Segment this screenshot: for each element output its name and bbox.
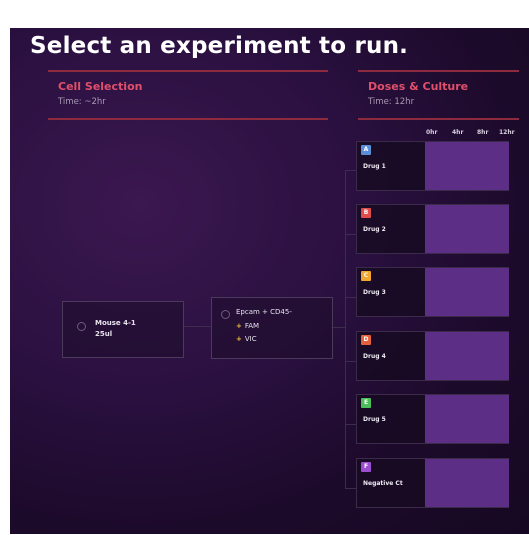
drug-card[interactable]: A Drug 1 bbox=[356, 141, 509, 191]
drug-culture-bar bbox=[425, 459, 509, 507]
doses-culture-title: Doses & Culture bbox=[368, 80, 469, 93]
connector-branch bbox=[345, 297, 356, 298]
doses-culture-time: Time: 12hr bbox=[368, 97, 415, 107]
timeline-tick: 0hr bbox=[426, 129, 438, 136]
marker-label: FAM bbox=[244, 322, 260, 330]
connector-branch bbox=[345, 234, 356, 235]
drug-label: Drug 2 bbox=[363, 226, 386, 233]
plus-icon: + bbox=[236, 335, 242, 343]
cell-selection-time: Time: ~2hr bbox=[58, 97, 106, 107]
cell-selection-top-rule bbox=[48, 70, 328, 72]
connector-branch bbox=[345, 488, 356, 489]
drug-label: Drug 5 bbox=[363, 416, 386, 423]
drug-culture-bar bbox=[425, 205, 509, 253]
marker-item: + VIC bbox=[236, 335, 257, 343]
drug-culture-bar bbox=[425, 268, 509, 316]
drug-card[interactable]: B Drug 2 bbox=[356, 204, 509, 254]
sort-node[interactable]: Epcam + CD45- + FAM + VIC bbox=[211, 297, 333, 359]
plus-icon: + bbox=[236, 322, 242, 330]
source-name: Mouse 4-1 bbox=[95, 319, 136, 327]
source-volume: 25ul bbox=[95, 330, 113, 338]
drug-card[interactable]: E Drug 5 bbox=[356, 394, 509, 444]
drug-label: Drug 1 bbox=[363, 163, 386, 170]
timeline-tick: 12hr bbox=[499, 129, 515, 136]
cell-selection-bottom-rule bbox=[48, 118, 328, 120]
marker-item: + FAM bbox=[236, 322, 259, 330]
drug-badge: D bbox=[361, 335, 371, 345]
drug-label: Drug 3 bbox=[363, 289, 386, 296]
drug-label: Negative Ct bbox=[363, 480, 403, 487]
drug-badge: B bbox=[361, 208, 371, 218]
drug-culture-bar bbox=[425, 395, 509, 443]
connector-vertical-trunk bbox=[345, 170, 346, 488]
drug-card[interactable]: F Negative Ct bbox=[356, 458, 509, 508]
drug-badge: F bbox=[361, 462, 371, 472]
drug-badge: A bbox=[361, 145, 371, 155]
sort-radio[interactable] bbox=[221, 310, 230, 319]
source-radio[interactable] bbox=[77, 322, 86, 331]
timeline-tick: 8hr bbox=[477, 129, 489, 136]
connector-branch bbox=[345, 170, 356, 171]
drug-badge: E bbox=[361, 398, 371, 408]
drug-culture-bar bbox=[425, 332, 509, 380]
connector-branch bbox=[345, 424, 356, 425]
drug-badge: C bbox=[361, 271, 371, 281]
doses-culture-bottom-rule bbox=[358, 118, 519, 120]
source-node[interactable]: Mouse 4-1 25ul bbox=[62, 301, 184, 358]
sort-label: Epcam + CD45- bbox=[236, 308, 292, 316]
drug-label: Drug 4 bbox=[363, 353, 386, 360]
connector-source-sort bbox=[183, 326, 211, 327]
marker-label: VIC bbox=[244, 335, 257, 343]
timeline-tick: 4hr bbox=[452, 129, 464, 136]
page-title: Select an experiment to run. bbox=[30, 33, 409, 59]
drug-card[interactable]: C Drug 3 bbox=[356, 267, 509, 317]
drug-card[interactable]: D Drug 4 bbox=[356, 331, 509, 381]
cell-selection-title: Cell Selection bbox=[58, 80, 143, 93]
connector-branch bbox=[345, 361, 356, 362]
doses-culture-top-rule bbox=[358, 70, 519, 72]
connector-sort-trunk bbox=[331, 327, 345, 328]
drug-culture-bar bbox=[425, 142, 509, 190]
